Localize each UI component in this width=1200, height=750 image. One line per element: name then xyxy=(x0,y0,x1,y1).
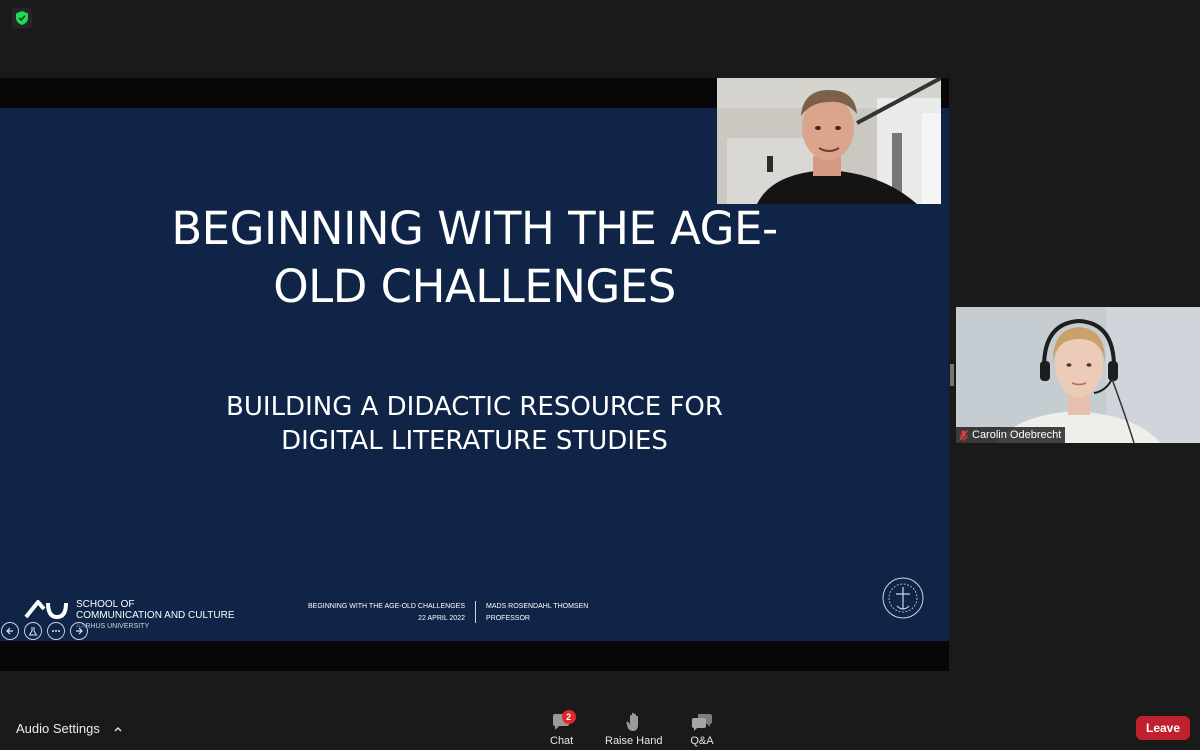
speaker-video-tile[interactable] xyxy=(717,78,941,204)
slide-more-button[interactable] xyxy=(47,622,65,640)
microphone-muted-icon xyxy=(959,429,968,441)
school-name: SCHOOL OF COMMUNICATION AND CULTURE AARH… xyxy=(76,599,235,630)
next-slide-button[interactable] xyxy=(70,622,88,640)
audio-settings-label: Audio Settings xyxy=(16,721,100,736)
participant-video xyxy=(956,307,1200,443)
speaker-video xyxy=(717,78,941,204)
slide-title: BEGINNING WITH THE AGE- OLD CHALLENGES xyxy=(171,202,778,313)
security-badge[interactable] xyxy=(12,8,32,28)
participant-name: Carolin Odebrecht xyxy=(972,429,1062,441)
more-icon xyxy=(52,630,60,632)
pointer-tool-button[interactable] xyxy=(24,622,42,640)
qa-button[interactable]: Q&A xyxy=(690,710,714,747)
qa-label: Q&A xyxy=(690,735,714,747)
raise-hand-label: Raise Hand xyxy=(605,735,663,747)
chat-unread-badge: 2 xyxy=(561,710,576,724)
slide-subtitle: BUILDING A DIDACTIC RESOURCE FOR DIGITAL… xyxy=(226,392,723,456)
pointer-icon xyxy=(28,627,38,636)
previous-slide-button[interactable] xyxy=(1,622,19,640)
slide-navigation xyxy=(1,622,88,640)
audio-settings-button[interactable]: Audio Settings xyxy=(16,721,122,736)
meeting-toolbar: Audio Settings 2 Chat Raise Hand Q&A Lea… xyxy=(0,706,1200,750)
gallery-resize-handle[interactable] xyxy=(950,364,954,386)
drag-handle-icon xyxy=(950,364,954,386)
chat-button[interactable]: 2 Chat xyxy=(550,710,576,747)
slide-footer-title: BEGINNING WITH THE AGE-OLD CHALLENGES 22… xyxy=(307,603,465,622)
participant-video-tile[interactable]: Carolin Odebrecht xyxy=(956,307,1200,443)
chevron-up-icon xyxy=(114,726,122,731)
aarhus-university-logo xyxy=(24,600,68,619)
participant-name-tag: Carolin Odebrecht xyxy=(956,427,1066,443)
qa-icon xyxy=(692,714,712,731)
chat-label: Chat xyxy=(550,735,574,747)
slide-footer-author: MADS ROSENDAHL THOMSEN PROFESSOR xyxy=(486,603,589,622)
leave-button[interactable]: Leave xyxy=(1136,716,1190,740)
university-seal-icon xyxy=(882,577,924,619)
arrow-right-icon xyxy=(76,627,83,635)
footer-divider xyxy=(475,601,476,623)
raise-hand-button[interactable]: Raise Hand xyxy=(605,710,662,747)
arrow-left-icon xyxy=(6,627,13,635)
raise-hand-icon xyxy=(626,712,638,731)
shield-check-icon xyxy=(16,11,28,25)
